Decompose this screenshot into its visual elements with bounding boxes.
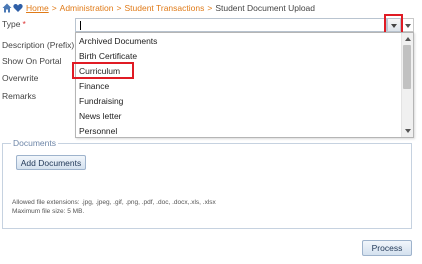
scroll-down-icon[interactable] [405, 129, 411, 133]
type-label-text: Type [2, 19, 21, 29]
type-input[interactable] [75, 18, 387, 32]
option-curriculum[interactable]: Curriculum [79, 65, 120, 78]
scrollbar-thumb[interactable] [403, 45, 411, 89]
breadcrumb-link-student-transactions[interactable]: Student Transactions [124, 3, 204, 13]
text-caret [80, 21, 81, 30]
option-archived-documents[interactable]: Archived Documents [79, 35, 157, 48]
favorite-heart-icon[interactable] [13, 3, 23, 13]
dropdown-arrow-icon [391, 24, 397, 28]
breadcrumb-separator: > [207, 3, 213, 13]
breadcrumb-current: Student Document Upload [215, 3, 316, 13]
dropdown-arrow-icon [405, 24, 411, 28]
add-documents-button[interactable]: Add Documents [16, 155, 86, 170]
documents-section: Documents Add Documents Allowed file ext… [2, 138, 412, 229]
documents-legend: Documents [11, 138, 58, 148]
type-select-button[interactable] [387, 18, 401, 32]
required-mark: * [22, 19, 26, 29]
breadcrumb-link-administration[interactable]: Administration [60, 3, 114, 13]
type-label: Type * [2, 19, 26, 29]
show-on-portal-label: Show On Portal [2, 56, 62, 66]
breadcrumb-home-link[interactable]: Home [26, 3, 49, 13]
max-file-size-text: Maximum file size: 5 MB. [12, 208, 85, 215]
option-fundraising[interactable]: Fundraising [79, 95, 123, 108]
type-dropdown-list[interactable]: Archived Documents Birth Certificate Cur… [75, 32, 414, 138]
dropdown-scrollbar[interactable] [401, 33, 413, 137]
breadcrumb-separator: > [51, 3, 57, 13]
option-finance[interactable]: Finance [79, 80, 109, 93]
option-personnel[interactable]: Personnel [79, 125, 117, 137]
option-news-letter[interactable]: News letter [79, 110, 122, 123]
option-birth-certificate[interactable]: Birth Certificate [79, 50, 137, 63]
type-dropdown-toggle[interactable] [402, 18, 414, 32]
scroll-up-icon[interactable] [405, 37, 411, 41]
overwrite-label: Overwrite [2, 73, 39, 83]
description-label: Description (Prefix) [2, 40, 75, 50]
allowed-extensions-text: Allowed file extensions: .jpg, .jpeg, .g… [12, 199, 216, 206]
home-icon[interactable] [2, 3, 12, 13]
remarks-label: Remarks [2, 91, 37, 101]
breadcrumb-separator: > [116, 3, 122, 13]
process-button[interactable]: Process [362, 240, 412, 256]
breadcrumb: Home > Administration > Student Transact… [2, 2, 315, 14]
